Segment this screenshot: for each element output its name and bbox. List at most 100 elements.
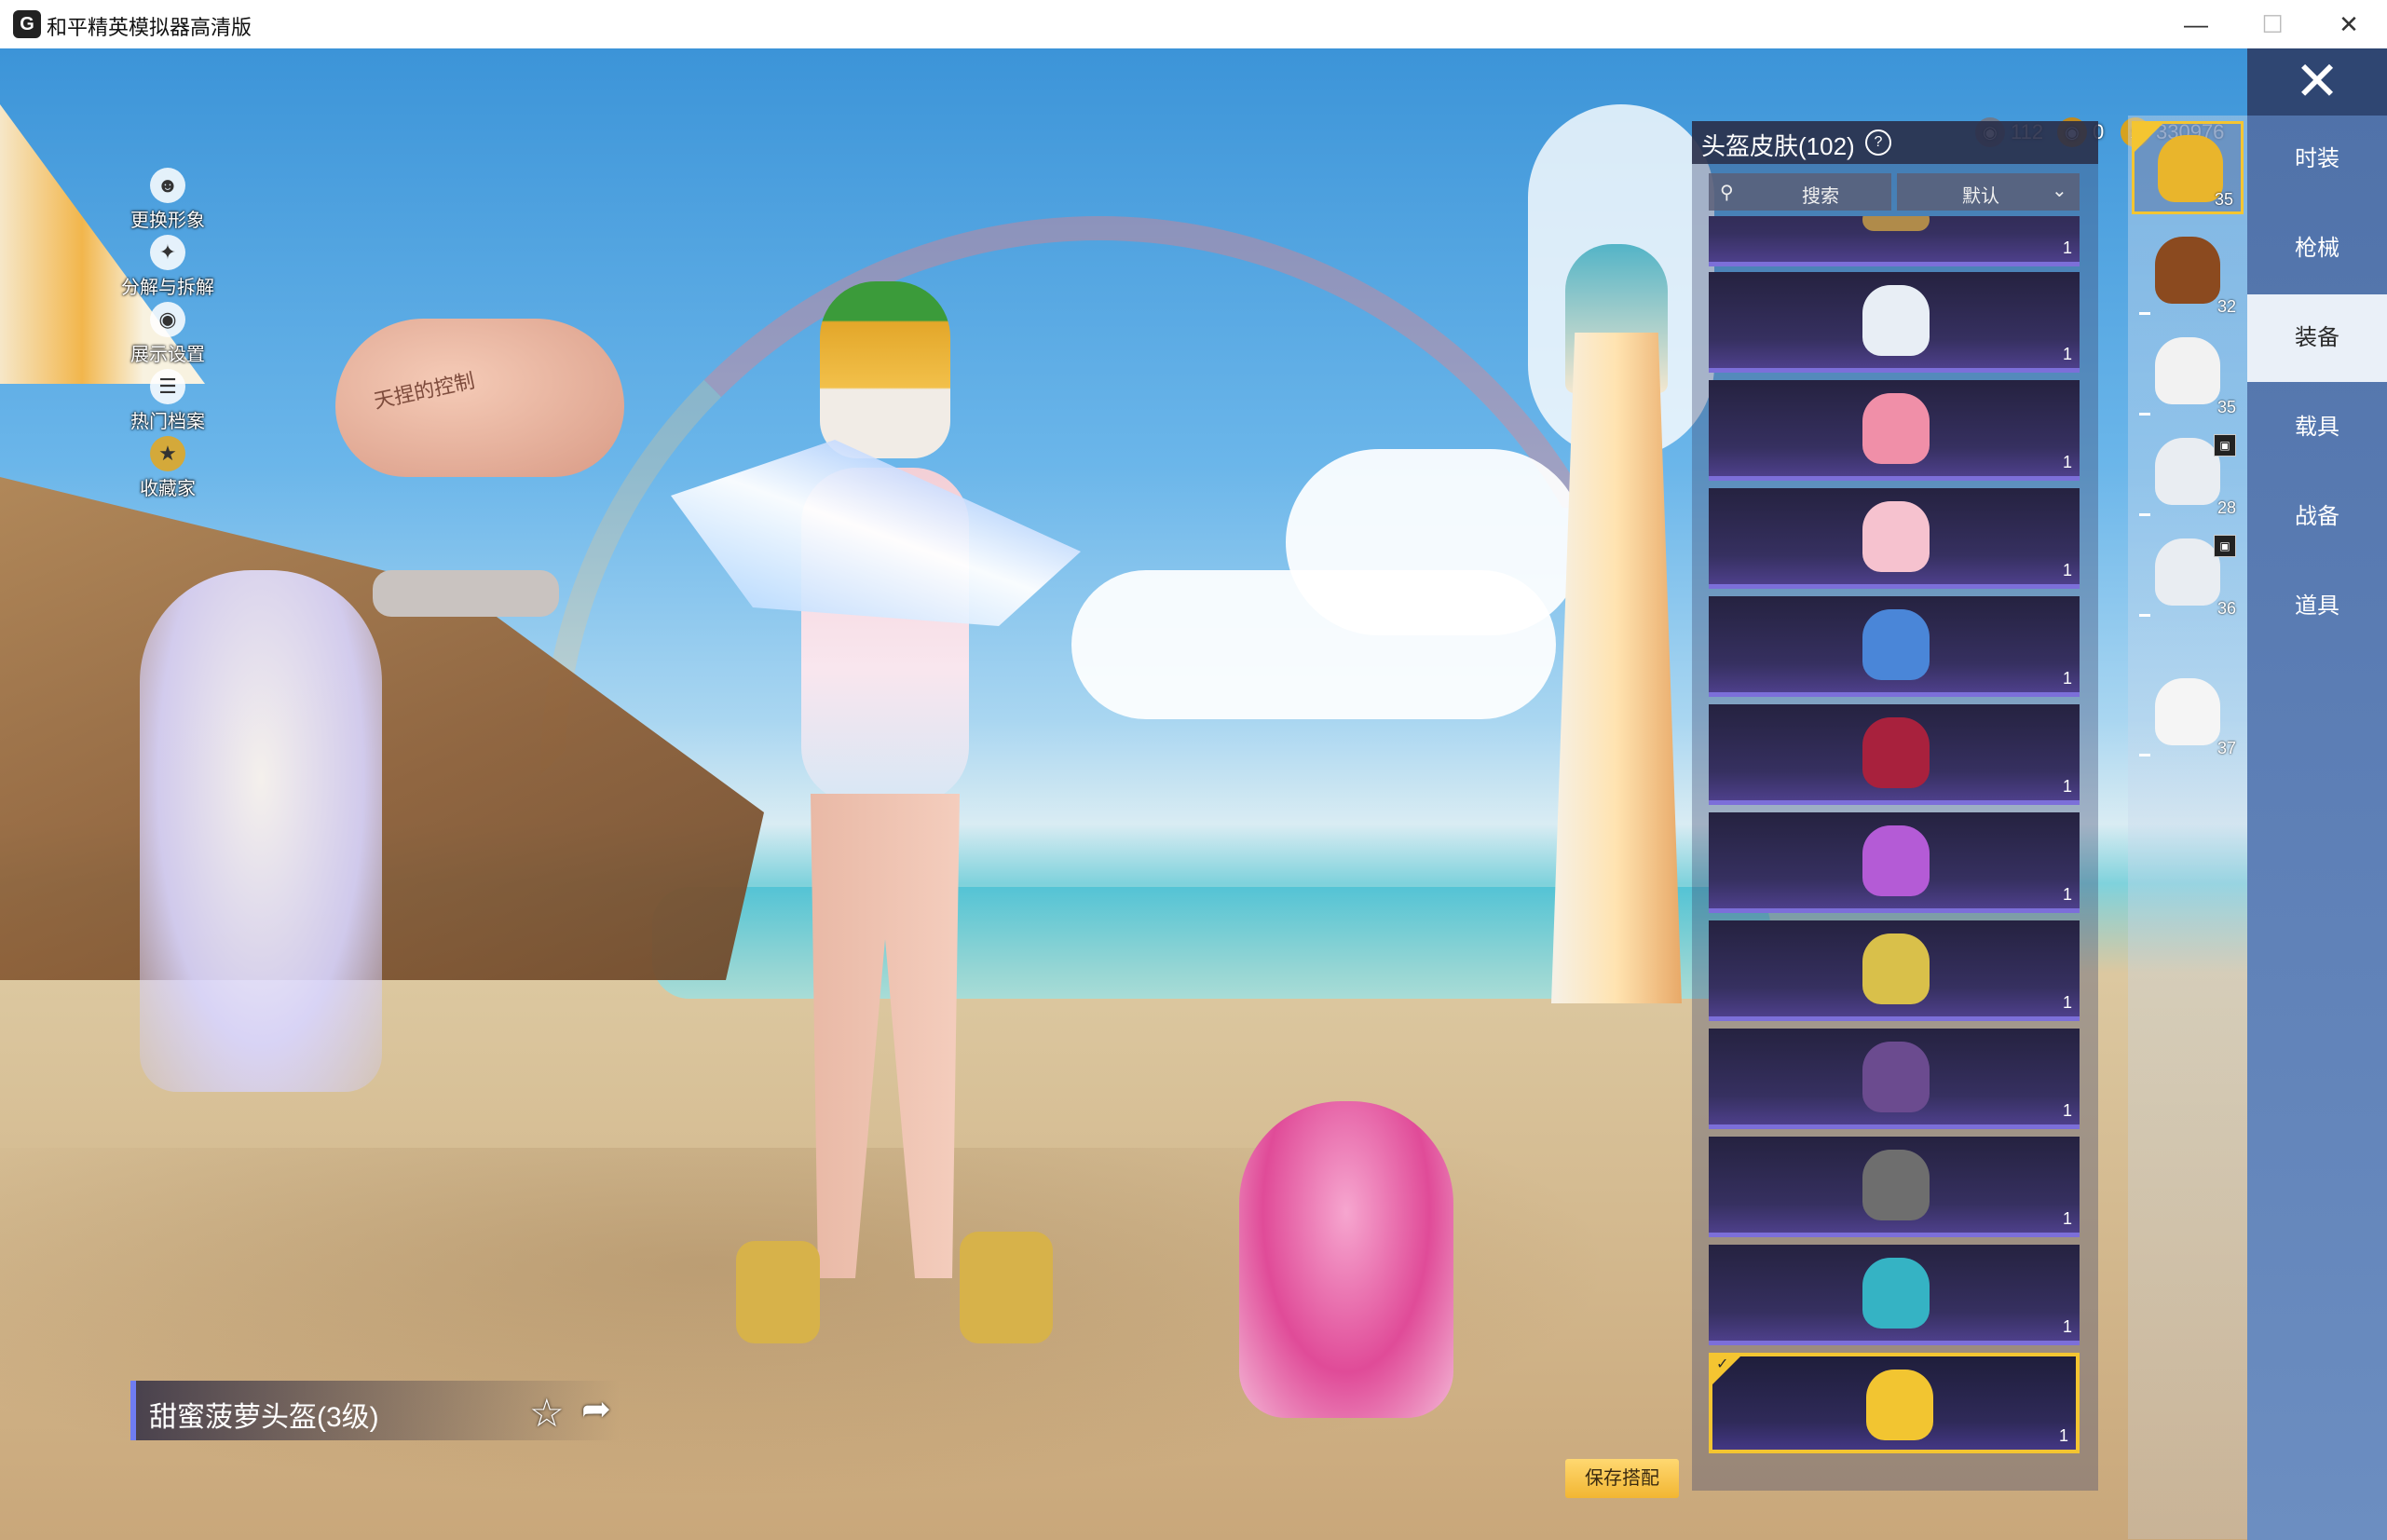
game-viewport: 天捏的控制 ☻ 更换形象 ✦ 分解与拆解 ◉ 展示设置 ☰ 热门档案 ★ 收藏家 xyxy=(0,48,2387,1540)
tab-weapons[interactable]: 枪械 xyxy=(2247,205,2387,293)
helmet-tactical-icon xyxy=(1862,1150,1930,1220)
slot-dash xyxy=(2139,413,2150,416)
character-shoe-right xyxy=(960,1232,1053,1343)
tab-fashion[interactable]: 时装 xyxy=(2247,116,2387,203)
item-list[interactable]: 1 1 1 1 1 1 1 1 1 1 1 ✓ 1 xyxy=(1709,216,2081,1491)
maximize-button[interactable]: ☐ xyxy=(2234,0,2311,48)
item-card[interactable]: 1 xyxy=(1709,1029,2080,1129)
tab-equipment[interactable]: 装备 xyxy=(2247,294,2387,382)
share-icon[interactable]: ➦ xyxy=(581,1388,621,1429)
player-character xyxy=(708,253,1062,1390)
slot-dash xyxy=(2139,614,2150,617)
item-card[interactable]: 1 xyxy=(1709,920,2080,1021)
item-card[interactable]: 1 xyxy=(1709,812,2080,913)
item-count: 1 xyxy=(2062,1317,2072,1336)
item-count: 1 xyxy=(2062,1209,2072,1228)
helmet-white-bunny-icon xyxy=(1862,285,1930,356)
item-card[interactable]: 1 xyxy=(1709,488,2080,589)
tab-vehicles[interactable]: 载具 xyxy=(2247,384,2387,471)
rooster-helmet-slot-icon xyxy=(2155,237,2220,304)
sort-dropdown[interactable]: 默认 ⌄ xyxy=(1897,173,2080,211)
bunny-backpack-slot-icon xyxy=(2155,678,2220,745)
item-card[interactable]: 1 xyxy=(1709,380,2080,481)
equipped-tag xyxy=(2135,124,2162,152)
window-title: 和平精英模拟器高清版 xyxy=(47,16,252,39)
item-count: 1 xyxy=(2062,885,2072,904)
decompose-button[interactable]: ✦ 分解与拆解 xyxy=(102,235,233,299)
change-appearance-button[interactable]: ☻ 更换形象 xyxy=(102,168,233,232)
character-helmet xyxy=(820,281,950,458)
slot-backpack[interactable]: ▣ 36 xyxy=(2132,527,2244,620)
deer-pet xyxy=(140,570,382,1092)
item-card[interactable]: 1 xyxy=(1709,704,2080,805)
slot-backpack-2[interactable]: 37 xyxy=(2132,667,2244,760)
slot-level: 35 xyxy=(2214,190,2233,209)
helmet-red-racing-icon xyxy=(1862,717,1930,788)
minimize-button[interactable]: — xyxy=(2158,0,2234,48)
popular-archive-label: 热门档案 xyxy=(130,412,205,432)
snowman-backpack-slot-icon xyxy=(2155,538,2220,606)
slot-level: 28 xyxy=(2216,498,2236,517)
slot-helmet[interactable]: 35 xyxy=(2132,121,2244,214)
panel-header: 头盔皮肤(102) ? xyxy=(1692,121,2098,164)
puzzle-icon: ✦ xyxy=(150,235,185,270)
item-card[interactable]: 1 xyxy=(1709,272,2080,373)
sort-label: 默认 xyxy=(1962,186,1999,207)
panel-title: 头盔皮肤(102) xyxy=(1701,132,1855,160)
collector-button[interactable]: ★ 收藏家 xyxy=(102,436,233,500)
category-tabs: ✕ 时装 枪械 装备 载具 战备 道具 xyxy=(2247,48,2387,1540)
display-settings-button[interactable]: ◉ 展示设置 xyxy=(102,302,233,366)
collector-label: 收藏家 xyxy=(140,479,196,499)
lock-icon: ▣ xyxy=(2214,434,2236,457)
helmet-pink-pig-icon xyxy=(1862,393,1930,464)
close-icon[interactable]: ✕ xyxy=(2247,48,2387,116)
item-card[interactable]: 1 xyxy=(1709,216,2080,266)
helmet-gold-partial-icon xyxy=(1862,216,1930,231)
display-settings-label: 展示设置 xyxy=(130,345,205,365)
popular-archive-button[interactable]: ☰ 热门档案 xyxy=(102,369,233,433)
tab-items[interactable]: 道具 xyxy=(2247,563,2387,650)
item-count: 1 xyxy=(2062,453,2072,471)
slot-level: 32 xyxy=(2216,297,2236,316)
search-icon: ⚲ xyxy=(1720,183,1734,203)
helmet-purple-unicorn-icon xyxy=(1862,825,1930,896)
slot-vest[interactable]: ▣ 28 xyxy=(2132,427,2244,520)
item-count: 1 xyxy=(2062,777,2072,796)
helmet-skin-panel: 头盔皮肤(102) ? ⚲ 搜索 默认 ⌄ 1 1 1 1 1 1 1 1 1 … xyxy=(1692,121,2098,1491)
helmet-chick-icon xyxy=(1862,934,1930,1004)
helmet-purple-mech-icon xyxy=(1862,1042,1930,1112)
slot-level: 36 xyxy=(2216,599,2236,618)
window-titlebar: G 和平精英模拟器高清版 — ☐ ✕ xyxy=(0,0,2387,49)
pineapple-helmet-slot-icon xyxy=(2158,135,2223,202)
tab-battle-prep[interactable]: 战备 xyxy=(2247,473,2387,561)
close-window-button[interactable]: ✕ xyxy=(2311,0,2387,48)
file-icon: ☰ xyxy=(150,369,185,404)
character-shoe-left xyxy=(736,1241,820,1343)
save-outfit-button[interactable]: 保存搭配 xyxy=(1565,1459,1679,1498)
slot-dash xyxy=(2139,312,2150,315)
slot-helmet-3[interactable]: 35 xyxy=(2132,326,2244,419)
character-legs xyxy=(811,794,960,1278)
lock-icon: ▣ xyxy=(2214,535,2236,557)
search-label: 搜索 xyxy=(1802,186,1839,207)
balloon-gondola xyxy=(373,570,559,617)
slot-dash xyxy=(2139,513,2150,516)
item-card[interactable]: 1 xyxy=(1709,1137,2080,1237)
star-plus-icon[interactable]: ☆ xyxy=(529,1390,565,1436)
item-card[interactable]: 1 xyxy=(1709,596,2080,697)
item-card-selected[interactable]: ✓ 1 xyxy=(1709,1353,2080,1453)
pony-pet xyxy=(1239,1101,1453,1418)
help-icon[interactable]: ? xyxy=(1865,129,1891,156)
search-button[interactable]: ⚲ 搜索 xyxy=(1709,173,1891,211)
item-count: 1 xyxy=(2062,561,2072,579)
item-count: 1 xyxy=(2058,1426,2068,1445)
check-icon: ✓ xyxy=(1716,1356,1729,1372)
slot-level: 35 xyxy=(2216,398,2236,416)
white-helmet-slot-icon xyxy=(2155,337,2220,404)
slot-helmet-2[interactable]: 32 xyxy=(2132,225,2244,319)
change-appearance-label: 更换形象 xyxy=(130,211,205,231)
item-count: 1 xyxy=(2062,238,2072,257)
item-card[interactable]: 1 xyxy=(1709,1245,2080,1345)
snowman-vest-slot-icon xyxy=(2155,438,2220,505)
slot-dash xyxy=(2139,754,2150,756)
